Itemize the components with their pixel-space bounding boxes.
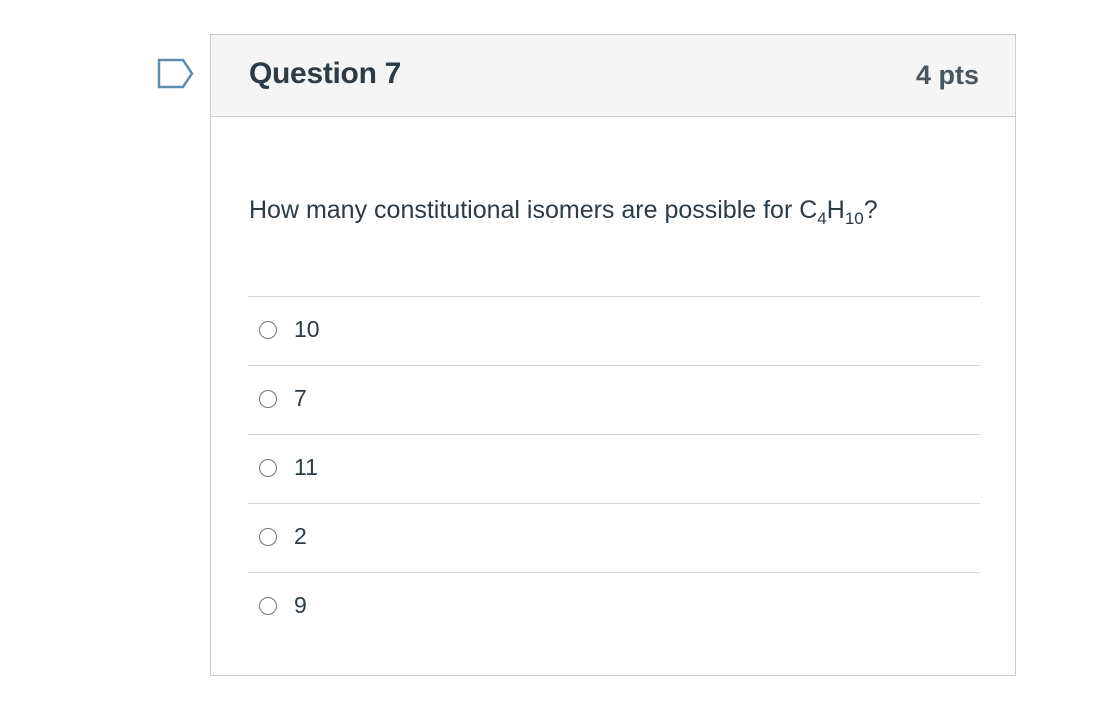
question-text: How many constitutional isomers are poss… xyxy=(249,196,878,228)
answer-label: 2 xyxy=(294,523,307,549)
flag-bookmark-icon xyxy=(157,58,194,89)
answer-label: 7 xyxy=(294,385,307,411)
formula-subscript-carbon: 4 xyxy=(817,209,827,228)
question-text-part: ? xyxy=(863,196,878,224)
answer-option[interactable]: 11 xyxy=(248,435,980,504)
radio-button[interactable] xyxy=(259,528,277,546)
question-card: Question 7 4 pts How many constitutional… xyxy=(210,34,1016,676)
radio-button[interactable] xyxy=(259,459,277,477)
answer-label: 11 xyxy=(294,454,318,480)
answer-label: 9 xyxy=(294,592,307,618)
answer-option[interactable]: 2 xyxy=(248,504,980,573)
question-title: Question 7 xyxy=(249,57,402,90)
question-text-part: H xyxy=(826,196,845,224)
question-text-part: How many constitutional isomers are poss… xyxy=(249,196,818,224)
answer-label: 10 xyxy=(294,316,320,342)
answer-option[interactable]: 9 xyxy=(248,573,980,641)
radio-button[interactable] xyxy=(259,390,277,408)
flag-question-button[interactable] xyxy=(157,58,195,90)
answer-list: 10 7 11 2 9 xyxy=(248,296,980,641)
radio-button[interactable] xyxy=(259,321,277,339)
question-header: Question 7 4 pts xyxy=(211,35,1015,117)
formula-subscript-hydrogen: 10 xyxy=(844,209,864,228)
radio-button[interactable] xyxy=(259,597,277,615)
answer-option[interactable]: 7 xyxy=(248,366,980,435)
question-points: 4 pts xyxy=(915,60,979,90)
answer-option[interactable]: 10 xyxy=(248,297,980,366)
